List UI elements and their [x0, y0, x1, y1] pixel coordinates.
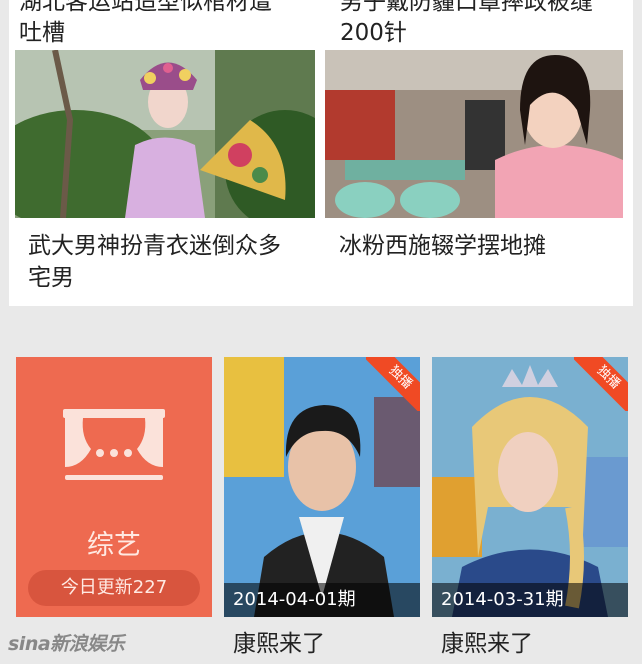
news-title-opera[interactable]: 武大男神扮青衣迷倒众多 宅男: [28, 230, 281, 294]
news-title-partial-left[interactable]: 湖北客运站造型似棺材遭 吐槽: [19, 0, 272, 49]
news-thumbnail-stall[interactable]: [325, 50, 623, 218]
video-tile-2[interactable]: 独播 2014-03-31期: [432, 357, 628, 617]
news-title-partial-right[interactable]: 男子戴防霾口罩摔政被缝 200针: [340, 0, 593, 49]
news-card: 湖北客运站造型似棺材遭 吐槽 男子戴防霾口罩摔政被缝 200针 武大男神扮青衣迷…: [9, 0, 633, 306]
video-title-1[interactable]: 康熙来了: [233, 628, 325, 660]
update-count-pill: 今日更新227: [28, 570, 200, 606]
sina-ent-logo: sina新浪娱乐: [8, 633, 125, 655]
stage-curtain-icon: [63, 409, 165, 480]
episode-date: 2014-03-31期: [432, 583, 628, 617]
episode-date: 2014-04-01期: [224, 583, 420, 617]
video-tile-1[interactable]: 独播 2014-04-01期: [224, 357, 420, 617]
exclusive-badge: 独播: [574, 357, 628, 411]
variety-category-tile[interactable]: 综艺 今日更新227: [16, 357, 212, 617]
exclusive-badge: 独播: [366, 357, 420, 411]
news-thumbnail-opera[interactable]: [15, 50, 315, 218]
video-title-2[interactable]: 康熙来了: [441, 628, 533, 660]
news-title-stall[interactable]: 冰粉西施辍学摆地摊: [339, 230, 546, 262]
variety-label: 综艺: [87, 530, 141, 561]
